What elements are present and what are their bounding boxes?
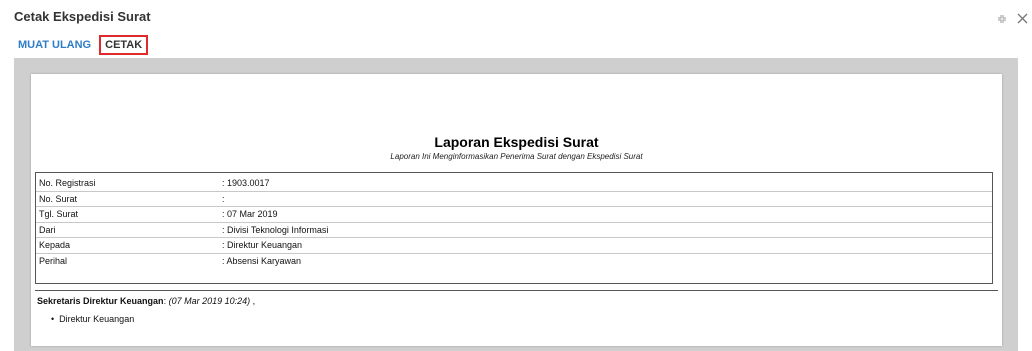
report-viewer[interactable]: Laporan Ekspedisi Surat Laporan Ini Meng…: [14, 58, 1018, 351]
window-controls: [997, 11, 1028, 29]
field-label: Dari: [39, 224, 56, 235]
field-label: Tgl. Surat: [39, 209, 79, 219]
table-row: Tgl. Surat : 07 Mar 2019: [36, 207, 992, 223]
titlebar: Cetak Ekspedisi Surat: [14, 0, 1032, 30]
dialog-title: Cetak Ekspedisi Surat: [14, 9, 151, 24]
reload-button[interactable]: MUAT ULANG: [14, 37, 95, 53]
note-timestamp: (07 Mar 2019 10:24): [168, 296, 251, 306]
note-author: Sekretaris Direktur Keuangan: [37, 296, 164, 306]
report-title: Laporan Ekspedisi Surat: [434, 134, 599, 150]
expand-icon[interactable]: [997, 11, 1007, 29]
list-item: Direktur Keuangan: [51, 314, 134, 324]
field-label: No. Registrasi: [39, 178, 96, 188]
field-value: : Direktur Keuangan: [222, 240, 303, 250]
field-value: : Absensi Karyawan: [222, 255, 302, 266]
field-value: : Divisi Teknologi Informasi: [222, 224, 329, 235]
print-button[interactable]: CETAK: [99, 35, 149, 55]
field-value: :: [222, 193, 225, 204]
field-value: : 07 Mar 2019: [222, 209, 278, 219]
report-page: Laporan Ekspedisi Surat Laporan Ini Meng…: [31, 74, 1002, 346]
table-row: Kepada : Direktur Keuangan: [36, 238, 992, 254]
disposition-note: Sekretaris Direktur Keuangan: (07 Mar 20…: [37, 296, 255, 306]
table-row: Perihal : Absensi Karyawan: [36, 254, 992, 270]
note-suffix: ,: [250, 296, 256, 306]
table-row: Dari : Divisi Teknologi Informasi: [36, 223, 992, 238]
letter-info-table: No. Registrasi : 1903.0017 No. Surat : T…: [35, 172, 993, 284]
table-row: No. Surat :: [36, 192, 992, 207]
field-label: No. Surat: [39, 193, 78, 204]
table-row: No. Registrasi : 1903.0017: [36, 176, 992, 192]
print-dialog: Cetak Ekspedisi Surat MUAT ULANG CETAK L…: [0, 0, 1032, 351]
section-divider: [35, 290, 998, 291]
toolbar: MUAT ULANG CETAK: [14, 35, 149, 55]
field-value: : 1903.0017: [222, 178, 270, 188]
close-icon[interactable]: [1017, 11, 1028, 29]
field-label: Kepada: [39, 240, 71, 250]
report-subtitle: Laporan Ini Menginformasikan Penerima Su…: [390, 152, 643, 161]
field-label: Perihal: [39, 255, 68, 266]
recipient-list: Direktur Keuangan: [51, 314, 134, 324]
